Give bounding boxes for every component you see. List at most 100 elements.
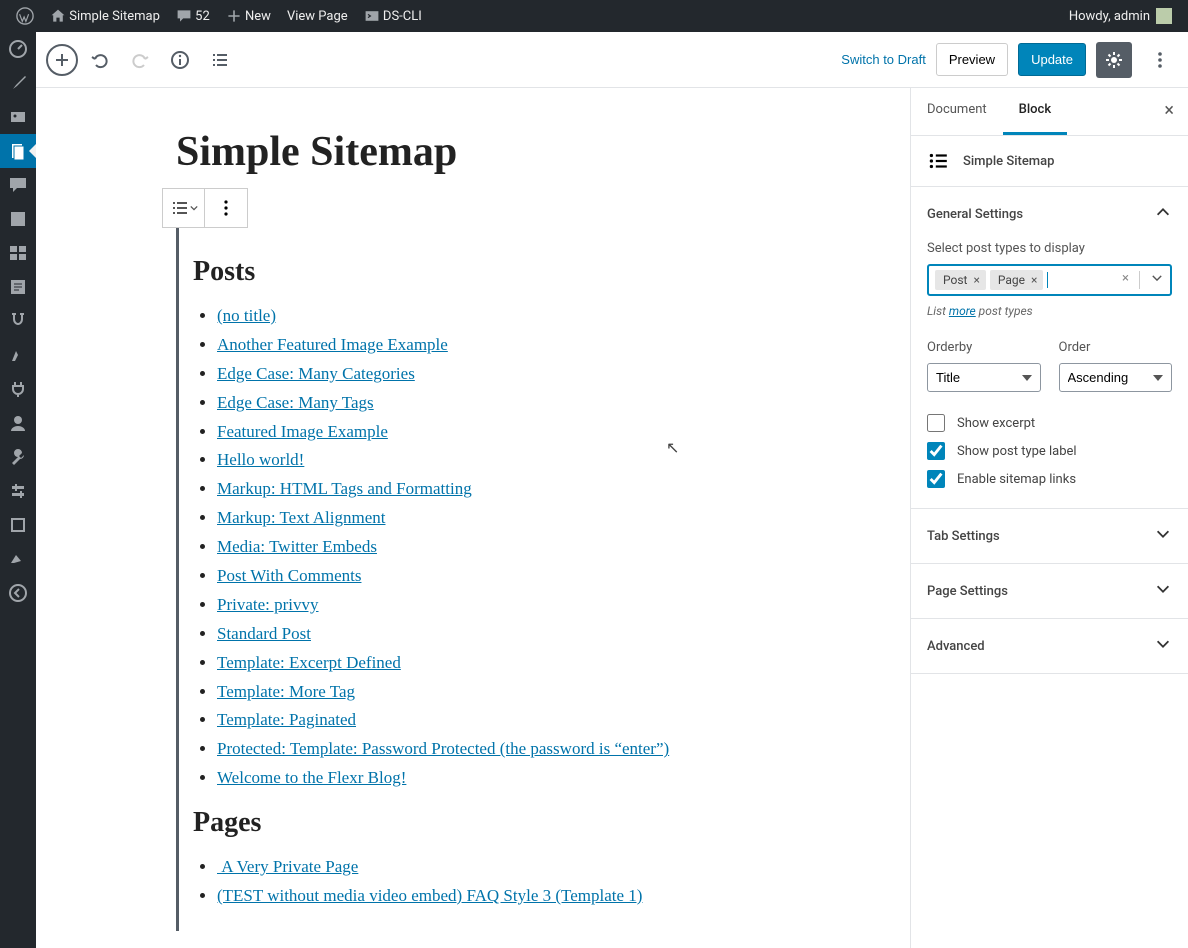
update-button[interactable]: Update (1018, 43, 1086, 76)
order-label: Order (1059, 340, 1173, 355)
undo-button[interactable] (82, 42, 118, 78)
sitemap-link[interactable]: Hello world! (217, 450, 304, 469)
list-item: Hello world! (217, 446, 768, 475)
nav-settings[interactable] (0, 474, 36, 508)
nav-plugins[interactable] (0, 372, 36, 406)
nav-appearance[interactable] (0, 338, 36, 372)
post-types-multiselect[interactable]: Post× Page× × (927, 264, 1172, 296)
list-item: Post With Comments (217, 562, 768, 591)
add-block-button[interactable] (46, 44, 78, 76)
nav-tools[interactable] (0, 440, 36, 474)
block-toolbar (162, 188, 248, 228)
nav-dashboard[interactable] (0, 32, 36, 66)
nav-pages[interactable] (0, 134, 36, 168)
checkbox-show-excerpt[interactable]: Show excerpt (927, 414, 1172, 432)
section-heading: Posts (193, 256, 768, 288)
nav-comments[interactable] (0, 168, 36, 202)
sitemap-link[interactable]: (no title) (217, 306, 276, 325)
sitemap-link[interactable]: Edge Case: Many Tags (217, 393, 374, 412)
nav-item[interactable] (0, 304, 36, 338)
comments-link[interactable]: 52 (168, 0, 218, 32)
wp-logo-menu[interactable] (8, 0, 42, 32)
sitemap-link[interactable]: A Very Private Page (217, 857, 358, 876)
list-item: Welcome to the Flexr Blog! (217, 764, 768, 793)
sitemap-link[interactable]: Standard Post (217, 624, 311, 643)
sitemap-block[interactable]: Posts (no title) Another Featured Image Ex… (176, 228, 786, 931)
nav-item[interactable] (0, 542, 36, 576)
sitemap-link[interactable]: Markup: Text Alignment (217, 508, 385, 527)
redo-button[interactable] (122, 42, 158, 78)
remove-tag-icon[interactable]: × (971, 273, 981, 287)
tab-document[interactable]: Document (911, 88, 1003, 135)
sitemap-link[interactable]: Private: privvy (217, 595, 319, 614)
sitemap-link[interactable]: Template: Excerpt Defined (217, 653, 401, 672)
nav-item[interactable] (0, 270, 36, 304)
close-sidebar-button[interactable]: × (1150, 88, 1188, 135)
list-item: Markup: HTML Tags and Formatting (217, 475, 768, 504)
order-select[interactable]: Ascending (1059, 363, 1173, 392)
howdy-text: Howdy, admin (1069, 9, 1150, 24)
nav-item[interactable] (0, 202, 36, 236)
site-home-link[interactable]: Simple Sitemap (42, 0, 168, 32)
account-menu[interactable]: Howdy, admin (1069, 8, 1180, 24)
checkbox-show-label[interactable]: Show post type label (927, 442, 1172, 460)
clear-all-icon[interactable]: × (1122, 271, 1129, 289)
sitemap-link[interactable]: (TEST without media video embed) FAQ Sty… (217, 886, 642, 905)
panel-advanced-toggle[interactable]: Advanced (911, 619, 1188, 673)
chevron-down-icon (1154, 580, 1172, 602)
panel-general-toggle[interactable]: General Settings (911, 187, 1188, 241)
list-item: Template: More Tag (217, 678, 768, 707)
sitemap-link[interactable]: Another Featured Image Example (217, 335, 448, 354)
nav-collapse[interactable] (0, 576, 36, 610)
remove-tag-icon[interactable]: × (1029, 273, 1039, 287)
orderby-label: Orderby (927, 340, 1041, 355)
view-page-link[interactable]: View Page (279, 0, 356, 32)
chevron-down-icon (1154, 525, 1172, 547)
block-nav-button[interactable] (202, 42, 238, 78)
block-type-button[interactable] (163, 189, 205, 227)
panel-tab-settings: Tab Settings (911, 509, 1188, 564)
nav-media[interactable] (0, 100, 36, 134)
block-editor: Switch to Draft Preview Update Simple Si… (36, 32, 1188, 948)
switch-to-draft-button[interactable]: Switch to Draft (841, 52, 926, 67)
nav-users[interactable] (0, 406, 36, 440)
avatar (1156, 8, 1172, 24)
page-title[interactable]: Simple Sitemap (176, 128, 830, 176)
list-item: Template: Paginated (217, 706, 768, 735)
new-content-link[interactable]: New (218, 0, 279, 32)
preview-button[interactable]: Preview (936, 43, 1008, 76)
sitemap-link[interactable]: Edge Case: Many Categories (217, 364, 415, 383)
tab-block[interactable]: Block (1003, 88, 1067, 135)
more-menu-button[interactable] (1142, 42, 1178, 78)
nav-posts[interactable] (0, 66, 36, 100)
list-item: Markup: Text Alignment (217, 504, 768, 533)
more-link[interactable]: more (949, 304, 976, 318)
content-info-button[interactable] (162, 42, 198, 78)
sitemap-link[interactable]: Post With Comments (217, 566, 361, 585)
list-item: Media: Twitter Embeds (217, 533, 768, 562)
checkbox-enable-links[interactable]: Enable sitemap links (927, 470, 1172, 488)
sitemap-link[interactable]: Featured Image Example (217, 422, 388, 441)
chevron-down-icon[interactable] (1150, 271, 1164, 289)
dscli-link[interactable]: DS-CLI (356, 0, 430, 32)
sitemap-link[interactable]: Template: More Tag (217, 682, 355, 701)
sitemap-link[interactable]: Media: Twitter Embeds (217, 537, 377, 556)
list-item: Private: privvy (217, 591, 768, 620)
more-post-types-hint: List more post types (927, 304, 1172, 318)
sitemap-link[interactable]: Template: Paginated (217, 710, 356, 729)
list-item: Another Featured Image Example (217, 331, 768, 360)
editor-canvas[interactable]: Simple Sitemap Posts (no title) Another Fe… (36, 88, 910, 948)
sitemap-link[interactable]: Welcome to the Flexr Blog! (217, 768, 406, 787)
nav-item[interactable] (0, 236, 36, 270)
settings-toggle[interactable] (1096, 42, 1132, 78)
block-more-button[interactable] (205, 189, 247, 227)
chevron-down-icon (1154, 635, 1172, 657)
nav-item[interactable] (0, 508, 36, 542)
panel-tab-toggle[interactable]: Tab Settings (911, 509, 1188, 563)
orderby-select[interactable]: Title (927, 363, 1041, 392)
list-icon (927, 150, 949, 172)
sitemap-link[interactable]: Markup: HTML Tags and Formatting (217, 479, 472, 498)
panel-page-toggle[interactable]: Page Settings (911, 564, 1188, 618)
admin-menu (0, 32, 36, 948)
sitemap-link[interactable]: Protected: Template: Password Protected … (217, 739, 669, 758)
